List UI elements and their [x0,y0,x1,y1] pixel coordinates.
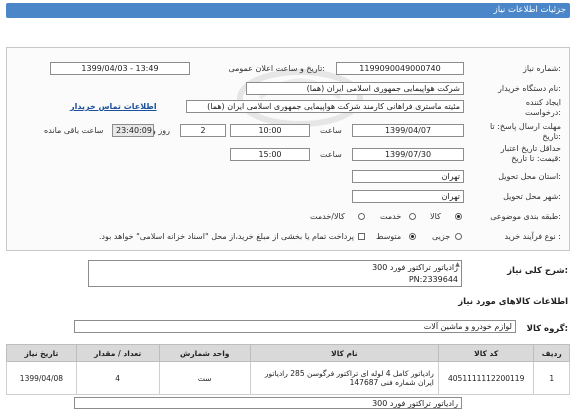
price-validity-time-field: 15:00 [230,148,310,161]
need-number-label: شماره نیاز: [522,64,561,73]
price-validity-date-field: 1399/07/30 [352,148,464,161]
col-item-name: نام کالا [249,344,439,362]
response-time-label: ساعت [320,126,342,135]
response-date-field: 1399/04/07 [352,124,464,137]
goods-group-field: لوازم خودرو و ماشین آلات [74,320,516,333]
process-minor-radio[interactable] [455,233,462,240]
cell-item-code: 4051111112200119 [437,361,535,395]
subject-goods-label: کالا [430,212,441,221]
col-row: ردیف [533,344,570,362]
summary-line-2: PN:2339644 [408,275,458,284]
remaining-time-label: ساعت باقی مانده [44,126,104,135]
col-unit: واحد شمارش [158,344,251,362]
col-need-date: تاریخ نیاز [6,344,77,362]
resize-handle-icon[interactable]: ▲ [454,261,461,269]
price-validity-time-label: ساعت [320,150,342,159]
need-number-field: 1199090049000740 [336,62,464,75]
col-item-code: کد کالا [437,344,535,362]
subject-service-radio[interactable] [409,213,416,220]
response-time-field: 10:00 [230,124,310,137]
price-validity-label: حداقل تاریخ اعتبار قیمت: تا تاریخ: [500,144,561,163]
subject-goods-service-label: کالا/خدمت [310,212,345,221]
process-medium-label: متوسط [376,232,402,241]
cell-row: 1 [533,361,570,395]
process-medium-radio[interactable] [409,233,416,240]
response-deadline-label: مهلت ارسال پاسخ: تا تاریخ: [489,122,561,141]
process-type-label: نوع فرآیند خرید : [504,232,561,241]
creator-label: ایجاد کننده درخواست: [509,98,561,118]
col-qty: تعداد / مقدار [75,344,160,362]
table-header-row: تاریخ نیاز تعداد / مقدار واحد شمارش نام … [6,344,570,362]
summary-label: شرح کلی نیاز: [507,266,568,276]
goods-info-title: اطلاعات کالاهای مورد نیاز [458,297,568,307]
subject-goods-service-radio[interactable] [358,213,365,220]
buyer-contact-link[interactable]: اطلاعات تماس خریدار [70,102,157,111]
summary-field: رادیاتور تراکتور فورد 300 PN:2339644 [88,260,462,287]
delivery-city-field: تهران [352,190,464,203]
items-table: تاریخ نیاز تعداد / مقدار واحد شمارش نام … [6,344,570,395]
subject-service-label: خدمت [380,212,402,221]
subject-class-label: طبقه بندی موضوعی: [490,212,561,221]
remaining-time-field: 23:40:09 [112,124,154,137]
cell-item-name: رادیاتور کامل 4 لوله ای تراکتور فرگوسن 2… [249,361,439,395]
delivery-city-label: شهر محل تحویل: [503,192,561,201]
table-row[interactable]: 1399/04/08 4 ست رادیاتور کامل 4 لوله ای … [6,361,570,395]
process-minor-label: جزیی [432,232,451,241]
cell-unit: ست [158,361,251,395]
creator-label-text: ایجاد کننده درخواست: [525,98,561,117]
creator-field: مئیته ماستری فراهانی کارمند شرکت هواپیما… [186,100,464,113]
bottom-summary-box: رادیاتور تراکتور فورد 300 [74,397,462,409]
buyer-org-label: نام دستگاه خریدار: [497,84,561,93]
delivery-province-label: استان محل تحویل: [498,172,561,181]
goods-group-label: گروه کالا: [526,324,568,334]
page-title-bar: جزئیات اطلاعات نیاز [6,3,570,18]
announce-datetime-field: 1399/04/03 - 13:49 [50,62,190,75]
response-days-field: 2 [180,124,226,137]
treasury-payment-checkbox[interactable] [358,233,365,240]
summary-line-1: رادیاتور تراکتور فورد 300 [372,263,458,272]
page-title: جزئیات اطلاعات نیاز [493,5,566,15]
announce-datetime-label: تاریخ و ساعت اعلان عمومی: [228,64,325,73]
response-days-label: روز و [152,126,170,135]
treasury-payment-note: پرداخت تمام یا بخشی از مبلغ خرید،از محل … [98,232,354,241]
subject-goods-radio[interactable] [455,213,462,220]
buyer-org-field: شرکت هواپیمایی جمهوری اسلامی ایران (هما) [246,82,464,95]
cell-qty: 4 [75,361,160,395]
delivery-province-field: تهران [352,170,464,183]
cell-need-date: 1399/04/08 [6,361,77,395]
